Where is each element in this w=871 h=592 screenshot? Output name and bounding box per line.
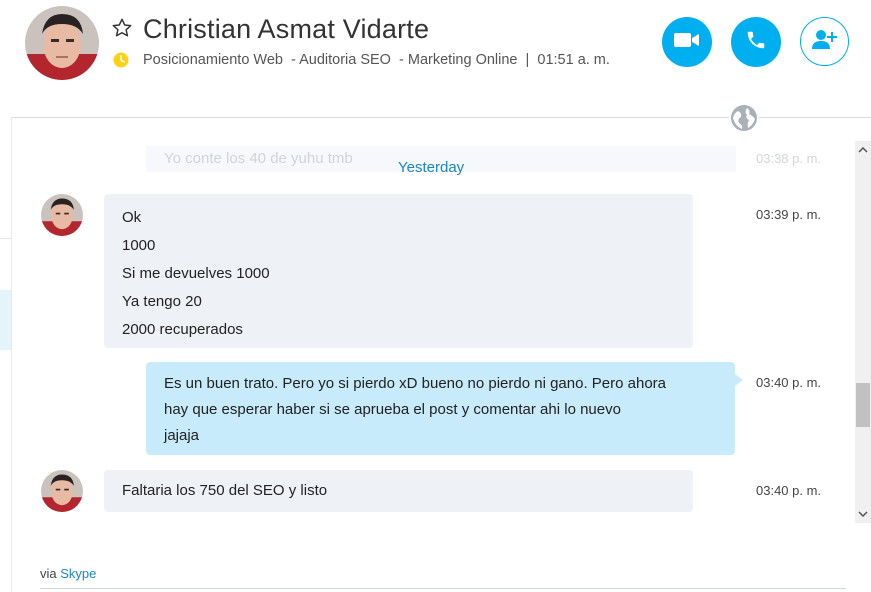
mood-message: Posicionamiento Web - Auditoria SEO - Ma…: [143, 52, 610, 68]
message-line: Ok: [122, 209, 142, 226]
sidebar-divider: [0, 238, 11, 239]
message-line: hay que esperar haber si se aprueba el p…: [164, 401, 621, 418]
message-line: Ya tengo 20: [122, 293, 202, 310]
message-line: Faltaria los 750 del SEO y listo: [122, 482, 328, 499]
video-call-button[interactable]: [662, 17, 712, 67]
skype-link[interactable]: Skype: [60, 566, 96, 581]
add-person-icon: [811, 28, 839, 55]
clock-icon: [113, 52, 129, 68]
chat-scrollbar[interactable]: [855, 141, 871, 523]
phone-icon: [745, 29, 767, 56]
message-line: 2000 recuperados: [122, 321, 243, 338]
via-label: via: [40, 566, 57, 581]
sidebar-selected-item[interactable]: [0, 290, 11, 350]
incoming-message[interactable]: Faltaria los 750 del SEO y listo: [104, 470, 693, 512]
add-participants-button[interactable]: [800, 17, 849, 66]
message-line: 1000: [122, 237, 156, 254]
contact-name: Christian Asmat Vidarte: [143, 14, 430, 44]
audio-call-button[interactable]: [731, 17, 781, 67]
sender-avatar[interactable]: [41, 194, 83, 236]
message-line: Es un buen trato. Pero yo si pierdo xD b…: [164, 375, 666, 392]
local-time: 01:51 a. m.: [537, 52, 610, 68]
video-camera-icon: [674, 31, 700, 54]
footer-divider: [40, 588, 846, 589]
incoming-message[interactable]: Ok 1000 Si me devuelves 1000 Ya tengo 20…: [104, 194, 693, 348]
faded-message-time: 03:38 p. m.: [756, 151, 822, 166]
scroll-thumb[interactable]: [856, 383, 870, 427]
outgoing-message[interactable]: Es un buen trato. Pero yo si pierdo xD b…: [146, 362, 743, 455]
mood-text: Posicionamiento Web - Auditoria SEO - Ma…: [143, 52, 538, 68]
message-line: jajaja: [164, 427, 200, 444]
date-separator: Yesterday: [398, 159, 465, 176]
message-line: Si me devuelves 1000: [122, 265, 270, 282]
sender-avatar[interactable]: [41, 470, 83, 512]
contact-avatar[interactable]: [25, 6, 99, 80]
star-outline-icon[interactable]: [111, 17, 133, 39]
scroll-up-arrow[interactable]: [855, 141, 871, 159]
scroll-down-arrow[interactable]: [855, 505, 871, 523]
message-time: 03:40 p. m.: [756, 483, 822, 498]
via-skype: via Skype: [40, 566, 96, 581]
message-time: 03:40 p. m.: [756, 375, 822, 390]
message-time: 03:39 p. m.: [756, 207, 822, 222]
globe-icon[interactable]: [729, 103, 759, 133]
conversation-header: Christian Asmat Vidarte Posicionamiento …: [11, 0, 871, 118]
